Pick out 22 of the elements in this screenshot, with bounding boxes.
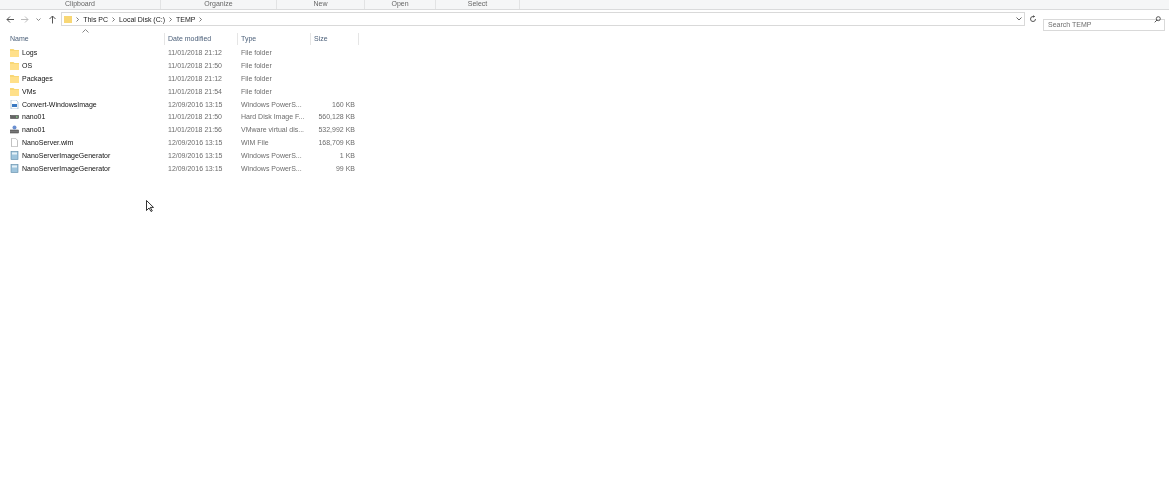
script-file-icon xyxy=(10,99,19,109)
search-icon xyxy=(1154,15,1161,23)
chevron-icon xyxy=(199,16,203,22)
module-file-icon xyxy=(10,151,19,161)
module-file-icon xyxy=(10,163,19,173)
folder-icon xyxy=(10,86,19,96)
dropdown-icon[interactable] xyxy=(1016,17,1023,21)
disk-drive-icon xyxy=(10,125,19,135)
folder-icon xyxy=(10,47,19,57)
forward-arrow-icon xyxy=(20,15,30,23)
caret-icon xyxy=(36,17,41,21)
folder-icon xyxy=(10,73,19,83)
back-arrow-icon xyxy=(6,15,16,23)
refresh-button[interactable] xyxy=(1027,13,1039,25)
chevron-icon xyxy=(112,16,116,22)
folder-icon xyxy=(64,15,73,23)
chevron-icon xyxy=(76,16,80,22)
up-arrow-icon xyxy=(48,14,56,24)
file-icon xyxy=(10,138,19,148)
mouse-cursor-icon xyxy=(146,200,154,212)
folder-icon xyxy=(10,60,19,70)
chevron-icon xyxy=(169,16,172,22)
